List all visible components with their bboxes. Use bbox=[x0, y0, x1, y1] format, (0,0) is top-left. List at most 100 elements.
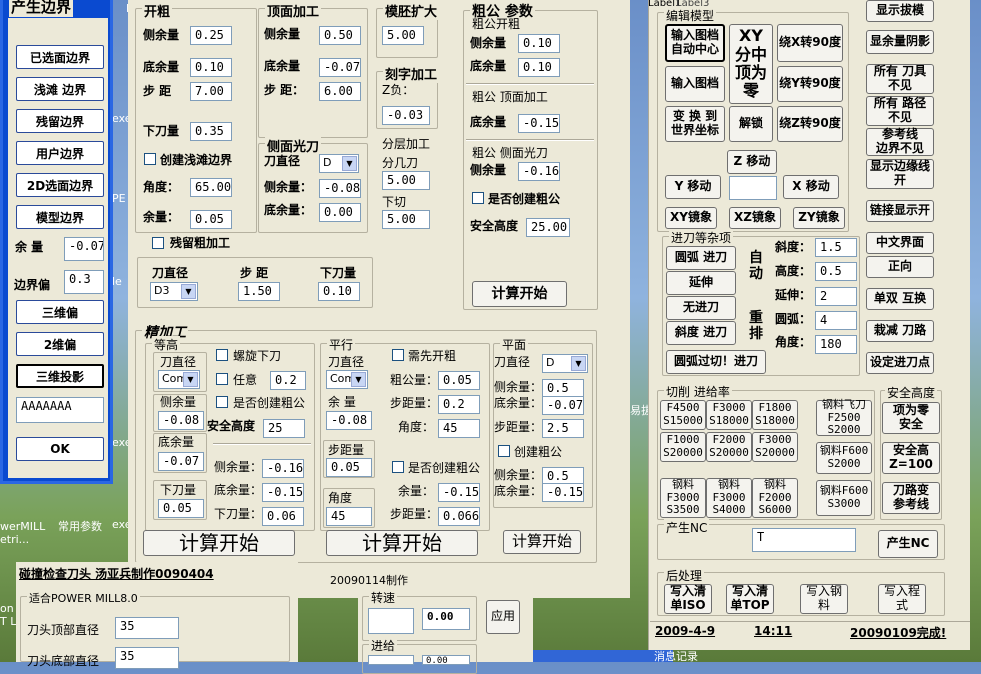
electrode-top-bottom-input[interactable]: -0.15 bbox=[518, 114, 560, 133]
blank-expand-input[interactable]: 5.00 bbox=[382, 26, 424, 45]
set-lead-point-button[interactable]: 设定进刀点 bbox=[866, 352, 934, 374]
electrode-side-allow-input[interactable]: 0.10 bbox=[518, 34, 560, 53]
arc-input[interactable]: 4 bbox=[815, 311, 857, 330]
user-boundary-button[interactable]: 用户边界 bbox=[16, 141, 104, 165]
safe-z100-button[interactable]: 安全高 Z=100 bbox=[882, 442, 940, 474]
contour-create-electrode-checkbox[interactable] bbox=[216, 396, 228, 408]
feed-cell-1-0[interactable]: F1000 S20000 bbox=[660, 432, 706, 462]
parallel-step3-input[interactable]: 0.066 bbox=[438, 507, 480, 526]
selected-face-boundary-button[interactable]: 已选面边界 bbox=[16, 45, 104, 69]
height-input[interactable]: 0.5 bbox=[815, 262, 857, 281]
flat-bottom2-input[interactable]: -0.15 bbox=[542, 483, 584, 502]
parallel-allow2-input[interactable]: -0.15 bbox=[438, 483, 480, 502]
feed-cell-2-0[interactable]: 钢料 F3000 S3500 bbox=[660, 478, 706, 518]
contour-calc-button[interactable]: 计算开始 bbox=[143, 530, 295, 556]
y-move-button[interactable]: Y 移动 bbox=[665, 175, 721, 199]
import-auto-center-button[interactable]: 输入图档 自动中心 bbox=[665, 24, 725, 62]
write-program-button[interactable]: 写入程 式 bbox=[878, 584, 926, 614]
2d-face-boundary-button[interactable]: 2D选面边界 bbox=[16, 173, 104, 197]
side-bottom-allow-input[interactable]: 0.00 bbox=[319, 203, 361, 222]
parallel-angle2-input[interactable]: 45 bbox=[438, 419, 480, 438]
rough-stepover-input[interactable]: 7.00 bbox=[190, 82, 232, 101]
xy-mirror-button[interactable]: XY镜象 bbox=[665, 207, 717, 229]
contour-stepdown2-input[interactable]: 0.06 bbox=[262, 507, 304, 526]
rough-angle-input[interactable]: 65.00 bbox=[190, 178, 232, 197]
angle-input[interactable]: 180 bbox=[815, 335, 857, 354]
parallel-create-electrode-checkbox[interactable] bbox=[392, 461, 404, 473]
3d-offset-button[interactable]: 三维偏 bbox=[16, 300, 104, 324]
electrode-side-side-input[interactable]: -0.16 bbox=[518, 162, 560, 181]
parallel-allow-input[interactable]: -0.08 bbox=[326, 411, 372, 430]
tool-stepover-input[interactable]: 1.50 bbox=[238, 282, 280, 301]
xz-mirror-button[interactable]: XZ镜象 bbox=[729, 207, 781, 229]
no-lead-in-button[interactable]: 无进刀 bbox=[666, 296, 736, 320]
rough-bottom-allow-input[interactable]: 0.10 bbox=[190, 58, 232, 77]
side-side-allow-input[interactable]: -0.08 bbox=[319, 179, 361, 198]
rotate-x-90-button[interactable]: 绕X转90度 bbox=[777, 24, 843, 62]
feed-cell-2-2[interactable]: 钢料 F2000 S6000 bbox=[752, 478, 798, 518]
feed-cell-1-1[interactable]: F2000 S20000 bbox=[706, 432, 752, 462]
electrode-bottom-allow-input[interactable]: 0.10 bbox=[518, 58, 560, 77]
show-edges-button[interactable]: 显示边缘线 开 bbox=[866, 159, 934, 189]
any-input[interactable]: 0.2 bbox=[270, 371, 306, 390]
rest-boundary-button[interactable]: 残留边界 bbox=[16, 109, 104, 133]
parallel-stepover-input[interactable]: 0.05 bbox=[326, 458, 372, 477]
feed-cell-1-2[interactable]: F3000 S20000 bbox=[752, 432, 798, 462]
tool-dia-select[interactable]: D3 ▼ bbox=[150, 282, 198, 301]
rest-rough-checkbox[interactable] bbox=[152, 237, 164, 249]
contour-side2-input[interactable]: -0.16 bbox=[262, 459, 304, 478]
model-boundary-button[interactable]: 模型边界 bbox=[16, 205, 104, 229]
import-button[interactable]: 输入图档 bbox=[665, 66, 725, 102]
arc-overcut-lead-in-button[interactable]: 圆弧过切！进刀 bbox=[666, 350, 766, 374]
toolpath-to-pattern-button[interactable]: 刀路变 参考线 bbox=[882, 482, 940, 514]
rotate-y-90-button[interactable]: 绕Y转90度 bbox=[777, 66, 843, 102]
taskbar-message-log[interactable]: 消息记录 bbox=[654, 651, 698, 662]
extend-input[interactable]: 2 bbox=[815, 287, 857, 306]
show-draft-button[interactable]: 显示拔模 bbox=[866, 0, 934, 22]
feed-rate-input[interactable]: 0.00 bbox=[422, 655, 470, 665]
write-list-iso-button[interactable]: 写入清 单ISO bbox=[664, 584, 712, 614]
layer-count-input[interactable]: 5.00 bbox=[382, 171, 430, 190]
create-electrode-checkbox[interactable] bbox=[472, 192, 484, 204]
hide-all-tools-button[interactable]: 所有 刀具 不见 bbox=[866, 64, 934, 94]
hide-pattern-boundary-button[interactable]: 参考线 边界不见 bbox=[866, 127, 934, 156]
extend-button[interactable]: 延伸 bbox=[666, 271, 736, 295]
tool-stepdown-input[interactable]: 0.10 bbox=[318, 282, 360, 301]
parallel-calc-button[interactable]: 计算开始 bbox=[326, 530, 478, 556]
ramp-lead-in-button[interactable]: 斜度 进刀 bbox=[666, 321, 736, 345]
unlock-button[interactable]: 解锁 bbox=[729, 106, 773, 142]
electrode-calc-button[interactable]: 计算开始 bbox=[472, 281, 567, 307]
contour-safe-height-input[interactable]: 25 bbox=[263, 419, 305, 438]
feed-cell-0-0[interactable]: F4500 S15000 bbox=[660, 400, 706, 430]
contour-stepdown-input[interactable]: 0.05 bbox=[158, 499, 204, 518]
tool-bottom-dia-value[interactable]: 35 bbox=[115, 647, 179, 669]
parallel-electrode-allow-input[interactable]: 0.05 bbox=[438, 371, 480, 390]
xy-center-top-zero-button[interactable]: XY 分中 顶为 零 bbox=[729, 24, 773, 104]
forward-button[interactable]: 正向 bbox=[866, 256, 934, 278]
2d-offset-button[interactable]: 2维偏 bbox=[16, 332, 104, 356]
z-move-button[interactable]: Z 移动 bbox=[727, 150, 777, 174]
top-stepover-input[interactable]: 6.00 bbox=[319, 82, 361, 101]
nc-name-input[interactable]: T bbox=[752, 528, 856, 552]
flat-stepover-input[interactable]: 2.5 bbox=[542, 419, 584, 438]
engrave-z-input[interactable]: -0.03 bbox=[382, 106, 430, 125]
layer-plunge-input[interactable]: 5.00 bbox=[382, 210, 430, 229]
3d-projection-button[interactable]: 三维投影 bbox=[16, 364, 104, 388]
ok-button[interactable]: OK bbox=[16, 437, 104, 461]
write-steel-button[interactable]: 写入钢 料 bbox=[800, 584, 848, 614]
move-amount-input[interactable] bbox=[729, 176, 777, 200]
contour-bottom2-input[interactable]: -0.15 bbox=[262, 483, 304, 502]
parallel-step2-input[interactable]: 0.2 bbox=[438, 395, 480, 414]
boundary-text-input[interactable]: AAAAAAA bbox=[16, 397, 104, 423]
any-checkbox[interactable] bbox=[216, 373, 228, 385]
link-display-button[interactable]: 链接显示开 bbox=[866, 200, 934, 222]
rotate-z-90-button[interactable]: 绕Z转90度 bbox=[777, 106, 843, 142]
feed-rate-input-1[interactable] bbox=[368, 655, 414, 665]
show-allowance-shade-button[interactable]: 显余量阴影 bbox=[866, 30, 934, 54]
rough-stepdown-input[interactable]: 0.35 bbox=[190, 122, 232, 141]
parallel-tool-dia-select[interactable]: Com ▼ bbox=[326, 370, 368, 389]
contour-bottom-allow-input[interactable]: -0.07 bbox=[158, 452, 204, 471]
flat-bottom-allow-input[interactable]: -0.07 bbox=[542, 396, 584, 415]
single-double-swap-button[interactable]: 单双 互换 bbox=[866, 288, 934, 310]
boundary-offset-input[interactable]: 0.3 bbox=[64, 270, 104, 294]
